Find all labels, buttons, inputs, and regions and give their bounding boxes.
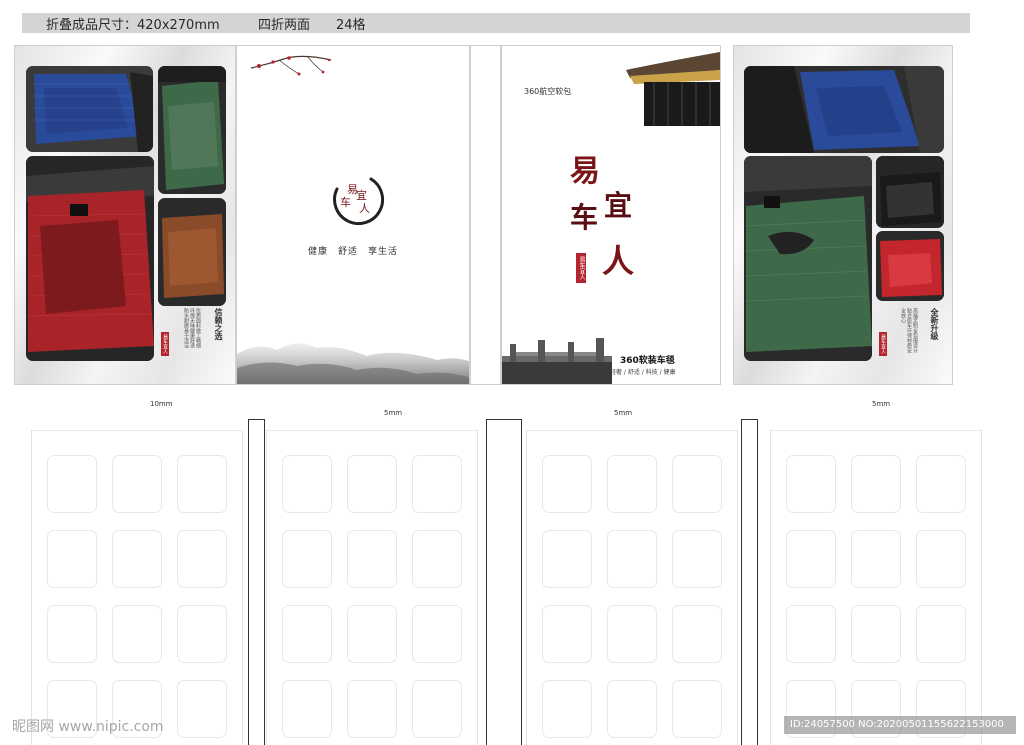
dieline-cell bbox=[542, 530, 592, 588]
fold-type-label: 四折两面 bbox=[258, 18, 311, 33]
dieline-cell bbox=[112, 605, 162, 663]
dieline-cell bbox=[177, 530, 227, 588]
dimension-label-3: 5mm bbox=[614, 409, 633, 417]
blue-mat-photo-right bbox=[744, 66, 944, 153]
dieline-cell bbox=[412, 455, 462, 513]
dieline-cell bbox=[347, 530, 397, 588]
slogan: 健康 舒适 享生活 bbox=[307, 247, 398, 257]
panel4-seal: 易车宜人 bbox=[879, 332, 887, 356]
fold-gap-marker-3 bbox=[741, 419, 758, 745]
red-mat-photo-right bbox=[876, 231, 944, 301]
brand-char-3: 宜 bbox=[604, 189, 633, 222]
fold-size-label: 折叠成品尺寸：420x270mm bbox=[46, 18, 220, 33]
panel-cover: 360航空软包 易 车 宜 人 易车宜人 360软装车毯 轻奢 / 舒适 / 科… bbox=[501, 45, 721, 385]
dieline-cell bbox=[177, 455, 227, 513]
red-mat-photo bbox=[26, 156, 154, 361]
cover-subtitle: 360航空软包 bbox=[524, 87, 572, 96]
dieline-cell bbox=[412, 680, 462, 738]
dieline-cell bbox=[112, 455, 162, 513]
panel1-body-text: 优质面料做工精细环保无味健康舒适防水耐磨易于清洁 bbox=[183, 308, 201, 348]
dieline-cell bbox=[851, 530, 901, 588]
dieline-cell bbox=[851, 455, 901, 513]
dieline-cell bbox=[607, 530, 657, 588]
panel4-badge: 全新升级 bbox=[930, 308, 940, 340]
dieline-cell bbox=[347, 605, 397, 663]
panel-product-photos-right: 全新升级 高端定制全包围设计贴合原车环保材质安全放心 易车宜人 bbox=[733, 45, 953, 385]
dieline-cell bbox=[542, 680, 592, 738]
fold-gap-marker-2 bbox=[486, 419, 522, 745]
dieline-cell bbox=[607, 605, 657, 663]
dieline-cell bbox=[672, 530, 722, 588]
dieline-cell bbox=[851, 605, 901, 663]
header-bar: 折叠成品尺寸：420x270mm 四折两面 24格 bbox=[22, 13, 970, 33]
logo-char-4: 人 bbox=[359, 202, 370, 215]
product-features: 轻奢 / 舒适 / 科技 / 健康 bbox=[610, 369, 676, 376]
dieline-cell bbox=[672, 680, 722, 738]
image-id-bar: ID:24057500 NO:20200501155622153000 bbox=[784, 716, 1016, 734]
black-mat-photo-right bbox=[876, 156, 944, 228]
dieline-cell bbox=[607, 680, 657, 738]
dieline-cell bbox=[607, 455, 657, 513]
dieline-cell bbox=[916, 605, 966, 663]
dieline-cell bbox=[916, 455, 966, 513]
dieline-cell bbox=[47, 530, 97, 588]
dieline-cell bbox=[282, 605, 332, 663]
dieline-cell bbox=[672, 455, 722, 513]
dieline-cell bbox=[786, 455, 836, 513]
brand-char-1: 易 bbox=[570, 154, 600, 189]
brand-char-4: 人 bbox=[602, 242, 635, 280]
fold-gap-marker-1 bbox=[248, 419, 265, 745]
dieline-cell bbox=[177, 605, 227, 663]
dieline-cell bbox=[786, 530, 836, 588]
dieline-cell bbox=[47, 605, 97, 663]
panel1-seal: 易车宜人 bbox=[161, 332, 169, 356]
green-mat-photo-right bbox=[744, 156, 872, 361]
stone-balustrade-image bbox=[502, 338, 612, 384]
brown-mat-photo bbox=[158, 198, 226, 306]
panel1-badge: 信赖之选 bbox=[214, 308, 224, 340]
palace-roof-image bbox=[626, 52, 720, 126]
panel-logo-slogan: 易 车 宜 人 健康 舒适 享生活 bbox=[236, 45, 470, 385]
cover-seal: 易车宜人 bbox=[576, 253, 586, 283]
dieline-cell bbox=[412, 530, 462, 588]
panel4-body-text: 高端定制全包围设计贴合原车环保材质安全放心 bbox=[900, 308, 918, 353]
panel-product-photos-left: 信赖之选 优质面料做工精细环保无味健康舒适防水耐磨易于清洁 易车宜人 bbox=[14, 45, 236, 385]
dieline-cell bbox=[542, 455, 592, 513]
dimension-label-4: 5mm bbox=[872, 400, 891, 408]
plum-blossom-branch-icon bbox=[250, 55, 332, 76]
dieline-cell bbox=[177, 680, 227, 738]
dieline-cell bbox=[916, 530, 966, 588]
product-name: 360软装车毯 bbox=[620, 356, 675, 366]
grid-count-label: 24格 bbox=[336, 18, 366, 33]
dimension-label-2: 5mm bbox=[384, 409, 403, 417]
panel-spine-gap bbox=[470, 45, 501, 385]
dieline-cell bbox=[542, 605, 592, 663]
dieline-cell bbox=[282, 455, 332, 513]
dieline-cell bbox=[282, 530, 332, 588]
blue-mat-photo bbox=[26, 66, 153, 152]
logo-char-2: 车 bbox=[340, 196, 351, 209]
dieline-cell bbox=[347, 680, 397, 738]
dimension-label-1: 10mm bbox=[150, 400, 173, 408]
dieline-cell bbox=[786, 605, 836, 663]
ink-mountains-image bbox=[237, 343, 469, 384]
green-mat-photo bbox=[158, 66, 226, 194]
dieline-cell bbox=[112, 530, 162, 588]
site-watermark: 昵图网 www.nipic.com bbox=[12, 719, 164, 735]
dieline-cell bbox=[347, 455, 397, 513]
brand-char-2: 车 bbox=[570, 201, 599, 234]
dieline-cell bbox=[672, 605, 722, 663]
dieline-cell bbox=[412, 605, 462, 663]
dieline-cell bbox=[47, 455, 97, 513]
dieline-cell bbox=[282, 680, 332, 738]
